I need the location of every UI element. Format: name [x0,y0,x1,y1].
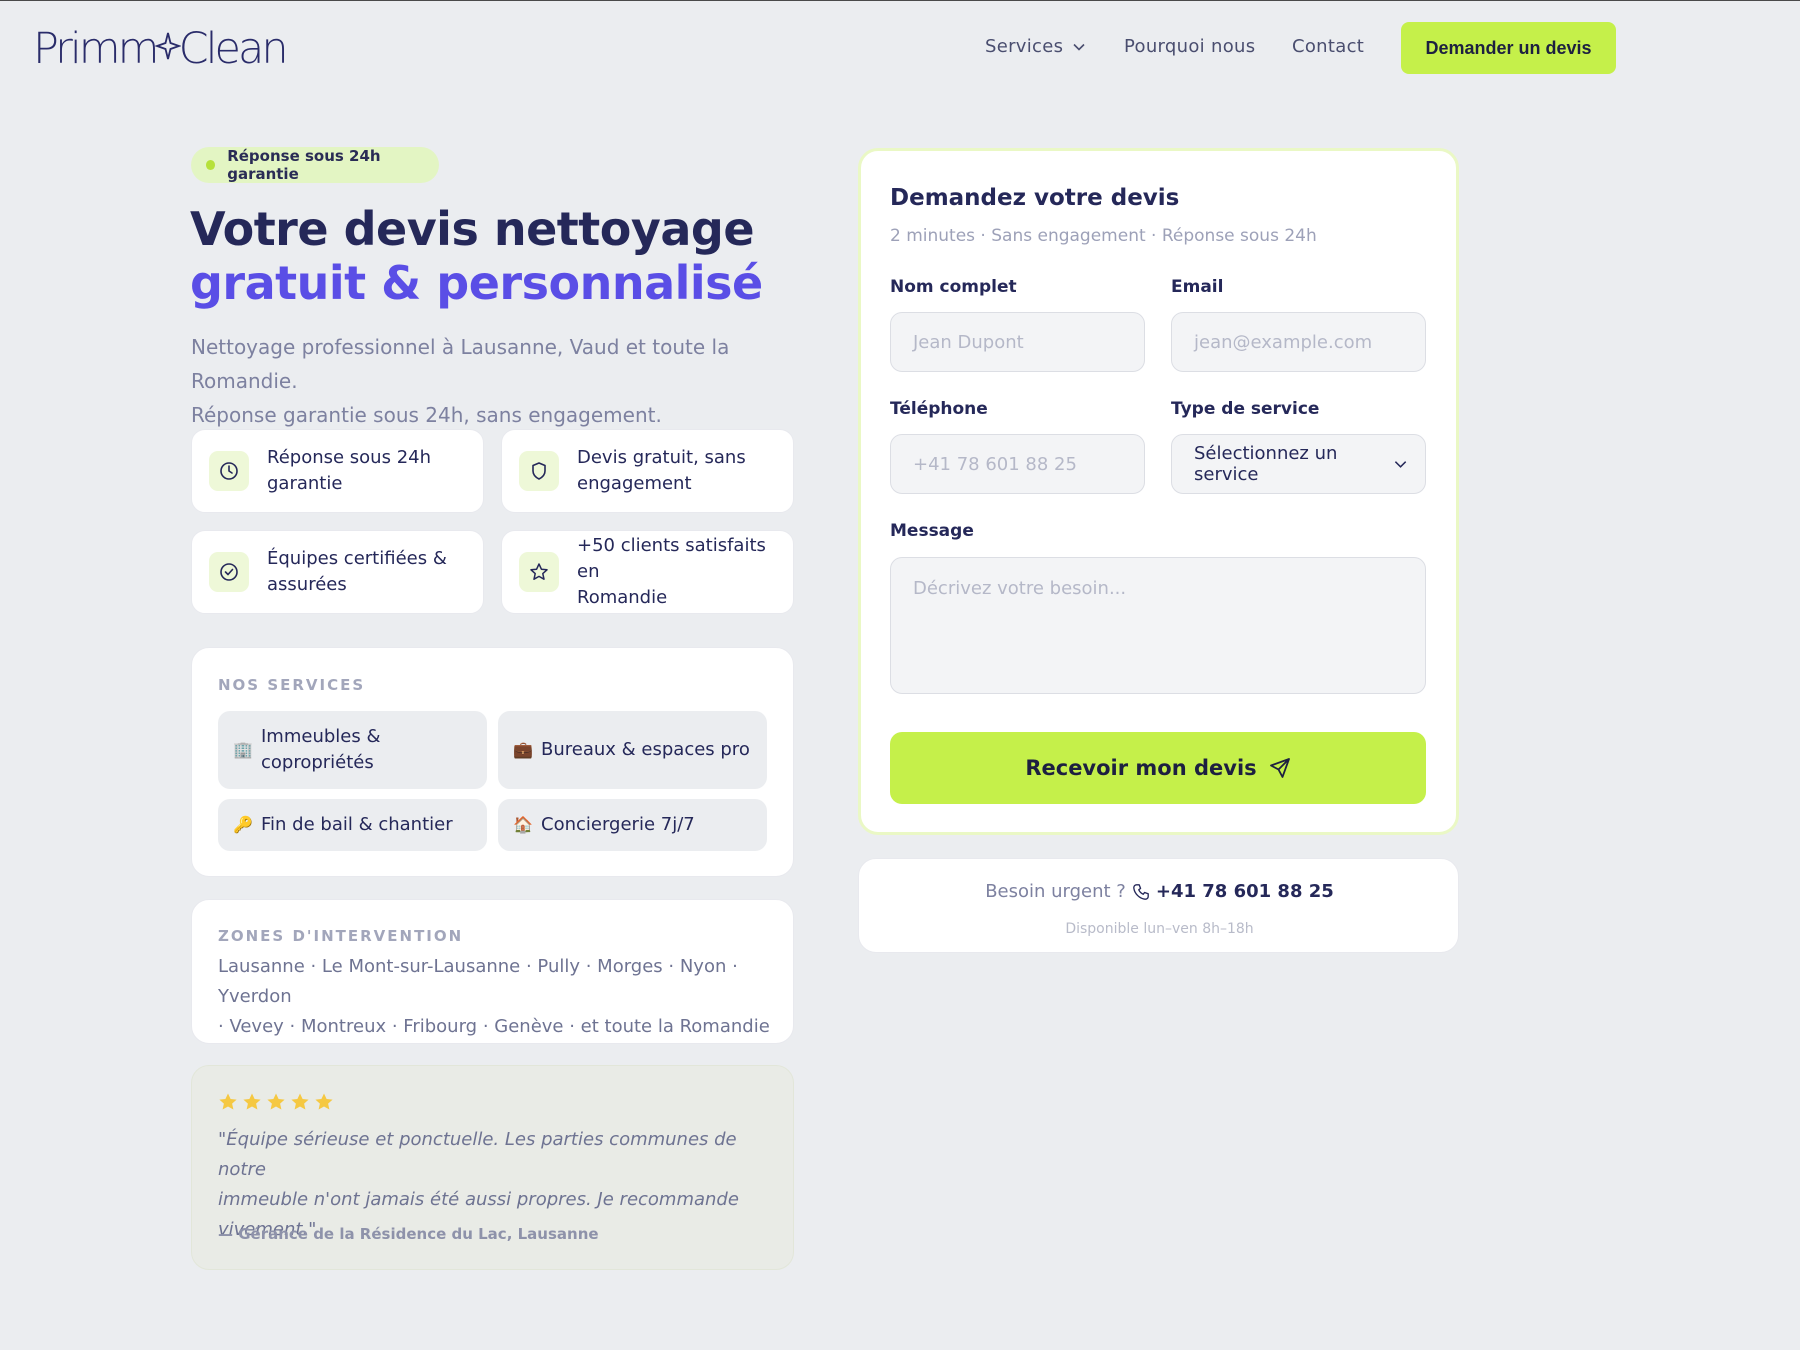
feature-card-certified: Équipes certifiées & assurées [191,530,484,614]
zones-list: Lausanne · Le Mont-sur-Lausanne · Pully … [218,952,778,1042]
quote-line: immeuble n'ont jamais été aussi propres.… [218,1189,739,1210]
logo-text-2: Clean [178,24,289,74]
feature-text: Équipes certifiées & [267,548,447,569]
nav-contact[interactable]: Contact [1292,36,1364,57]
rating-stars [218,1092,334,1112]
title-line-1: Votre devis nettoyage [190,202,755,256]
star-filled-icon [267,1093,285,1110]
name-field[interactable]: Jean Dupont [890,312,1145,372]
star-filled-icon [291,1093,309,1110]
feature-card-response: Réponse sous 24h garantie [191,429,484,513]
name-label: Nom complet [890,277,1017,297]
service-item-end-of-lease[interactable]: 🔑 Fin de bail & chantier [218,799,487,851]
clock-icon [209,451,249,491]
feature-text: garantie [267,473,343,494]
feature-text: engagement [577,473,692,494]
sparkle-logo-icon [154,32,181,60]
lead-line-1: Nettoyage professionnel à Lausanne, Vaud… [191,335,730,393]
shield-icon [519,451,559,491]
building-icon: 🏢 [233,740,253,759]
feature-text: Devis gratuit, sans [577,447,746,468]
service-item-offices[interactable]: 💼 Bureaux & espaces pro [498,711,767,789]
zones-line: · Vevey · Montreux · Fribourg · Genève ·… [218,1016,770,1037]
quote-line: "Équipe sérieuse et ponctuelle. Les part… [218,1129,737,1180]
star-icon [519,552,559,592]
email-label: Email [1171,277,1224,297]
key-icon: 🔑 [233,815,253,834]
feature-text: assurées [267,574,347,595]
services-card: NOS SERVICES 🏢 Immeubles & copropriétés 💼… [191,647,794,877]
feature-text: Réponse sous 24h [267,447,432,468]
zones-card: ZONES D'INTERVENTION Lausanne · Le Mont-… [191,899,794,1044]
testimonial-author: — Gérance de la Résidence du Lac, Lausan… [218,1225,599,1243]
zones-line: Lausanne · Le Mont-sur-Lausanne · Pully … [218,956,738,1007]
urgent-phone-link[interactable]: +41 78 601 88 25 [1156,881,1334,902]
nav-services-label: Services [985,36,1064,57]
service-item-buildings[interactable]: 🏢 Immeubles & copropriétés [218,711,487,789]
request-quote-button[interactable]: Demander un devis [1401,22,1616,74]
chevron-down-icon [1394,460,1407,468]
form-subtitle: 2 minutes · Sans engagement · Réponse so… [890,226,1317,246]
service-type-label: Type de service [1171,399,1320,419]
urgent-contact-card: Besoin urgent ? +41 78 601 88 25 Disponi… [858,858,1459,953]
hero-lead: Nettoyage professionnel à Lausanne, Vaud… [191,330,811,432]
badge-label: Réponse sous 24h garantie [227,147,381,183]
submit-label: Recevoir mon devis [1025,756,1257,780]
service-item-concierge[interactable]: 🏠 Conciergerie 7j/7 [498,799,767,851]
message-label: Message [890,521,974,541]
house-icon: 🏠 [513,815,533,834]
nav-contact-label: Contact [1292,36,1365,57]
phone-field[interactable]: +41 78 601 88 25 [890,434,1145,494]
quote-form: Demandez votre devis 2 minutes · Sans en… [858,148,1459,835]
form-title: Demandez votre devis [890,185,1180,211]
email-field[interactable]: jean@example.com [1171,312,1426,372]
feature-card-free-quote: Devis gratuit, sans engagement [501,429,794,513]
urgent-label: Besoin urgent ? [985,881,1126,902]
message-textarea[interactable]: Décrivez votre besoin... [890,557,1426,694]
lead-line-2: Réponse garantie sous 24h, sans engageme… [191,403,662,427]
nav-why-label: Pourquoi nous [1124,36,1256,57]
title-line-2: gratuit & personnalisé [190,256,763,310]
phone-label: Téléphone [890,399,988,419]
zones-title: ZONES D'INTERVENTION [218,927,464,945]
send-icon [1269,758,1290,778]
page-title: Votre devis nettoyage gratuit & personna… [190,202,763,310]
services-title: NOS SERVICES [218,676,366,694]
check-circle-icon [209,552,249,592]
service-type-select[interactable]: Sélectionnez un service [1171,434,1426,494]
phone-icon [1133,883,1149,900]
testimonial-card: "Équipe sérieuse et ponctuelle. Les part… [191,1065,794,1270]
chevron-down-icon [1073,43,1085,51]
submit-quote-button[interactable]: Recevoir mon devis [890,732,1426,804]
service-label: copropriétés [261,752,374,773]
feature-text: +50 clients satisfaits en [577,535,766,582]
site-header: Primm Clean Services Pourquoi nous Conta… [0,0,1800,98]
service-label: Bureaux & espaces pro [541,739,750,760]
response-badge: Réponse sous 24h garantie [191,147,439,183]
nav-services[interactable]: Services [985,36,1085,57]
logo-text-1: Primm [33,24,160,74]
feature-card-clients: +50 clients satisfaits en Romandie [501,530,794,614]
service-label: Conciergerie 7j/7 [541,814,695,835]
nav-why-us[interactable]: Pourquoi nous [1124,36,1255,57]
service-label: Fin de bail & chantier [261,814,453,835]
star-filled-icon [243,1093,261,1110]
feature-text: Romandie [577,587,668,608]
star-filled-icon [315,1093,333,1110]
star-filled-icon [219,1093,237,1110]
urgent-row: Besoin urgent ? +41 78 601 88 25 [859,881,1460,902]
status-dot [206,160,216,170]
logo[interactable]: Primm Clean [33,24,289,74]
availability-hours: Disponible lun–ven 8h–18h [1065,921,1254,937]
briefcase-icon: 💼 [513,740,533,759]
service-select-value: Sélectionnez un service [1194,443,1338,485]
service-label: Immeubles & [261,726,381,747]
